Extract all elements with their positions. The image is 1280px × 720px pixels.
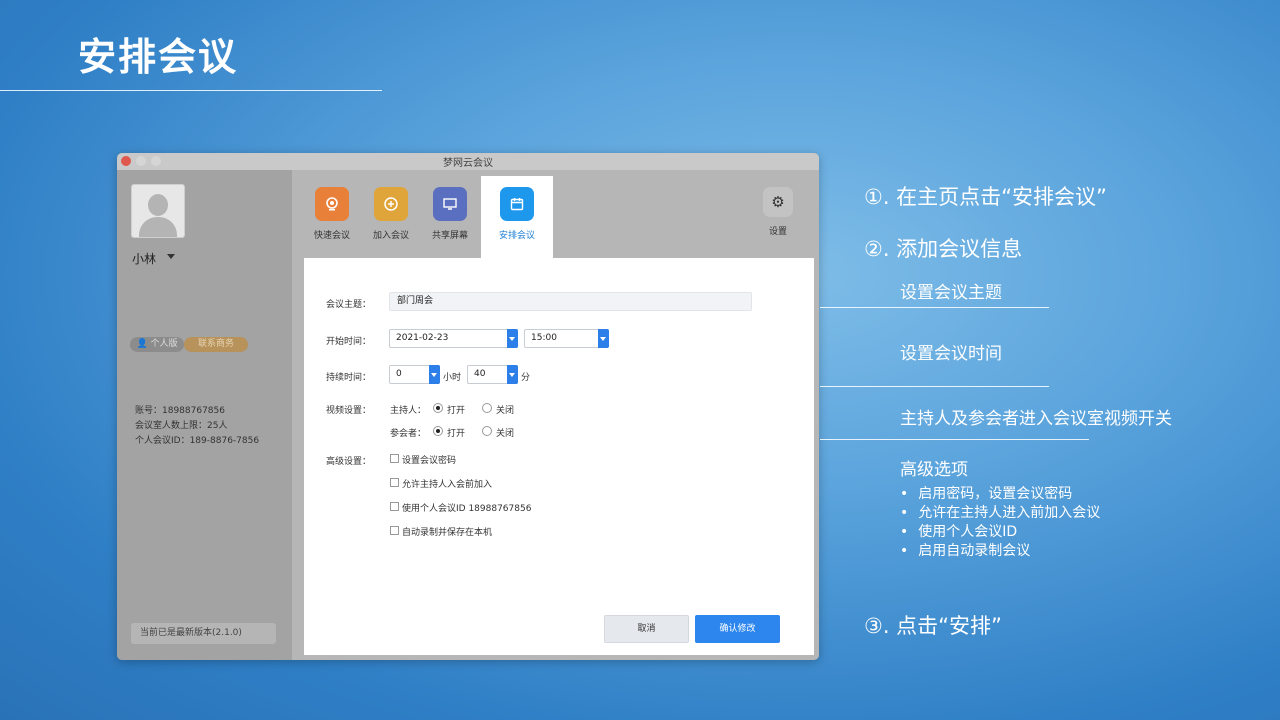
advanced-annotation: 高级选项 [900,460,968,480]
share-screen-label: 共享屏幕 [431,231,468,241]
participant-video-off-radio[interactable] [482,426,492,436]
host-video-on-label: 打开 [447,406,466,416]
join-meeting-button[interactable]: 加入会议 [364,187,418,241]
advanced-bullets: 启用密码，设置会议密码 允许在主持人进入前加入会议 使用个人会议ID 启用自动录… [900,485,1100,561]
start-time-select[interactable]: 15:00 [524,329,609,348]
start-date-value: 2021-02-23 [396,333,449,343]
host-video-on-radio[interactable] [433,403,443,413]
meeting-password-checkbox[interactable] [390,454,399,463]
host-video-off-radio[interactable] [482,403,492,413]
personal-meeting-id-checkbox[interactable] [390,502,399,511]
duration-label: 持续时间： [326,373,372,383]
step-1-annotation: ①. 在主页点击“安排会议” [864,185,1107,209]
duration-hours-value: 0 [396,369,402,379]
minutes-unit: 分 [521,373,531,383]
participant-video-on-label: 打开 [447,429,466,439]
quick-meeting-label: 快速会议 [313,231,350,241]
personal-meeting-id: 个人会议ID：189-8876-7856 [135,436,260,446]
personal-meeting-id-label: 使用个人会议ID 18988767856 [402,504,532,514]
user-name[interactable]: 小林 [132,250,156,267]
topic-annotation: 设置会议主题 [900,283,1002,303]
room-capacity: 会议室人数上限：25人 [135,421,228,431]
auto-record-checkbox[interactable] [390,526,399,535]
start-date-select[interactable]: 2021-02-23 [389,329,518,348]
participant-video-on-radio[interactable] [433,426,443,436]
settings-button[interactable]: ⚙ 设置 [751,187,805,237]
host-video-off-label: 关闭 [496,406,515,416]
host-label: 主持人： [390,406,427,416]
duration-hours-select[interactable]: 0 [389,365,440,384]
step-2-annotation: ②. 添加会议信息 [864,237,1023,261]
cancel-button[interactable]: 取消 [604,615,689,643]
user-icon: 👤 [136,339,148,349]
settings-label: 设置 [768,227,787,237]
participant-video-off-label: 关闭 [496,429,515,439]
avatar-body-shape [139,217,177,237]
video-settings-label: 视频设置： [326,406,372,416]
contact-sales-button[interactable]: 联系商务 [184,337,248,352]
bullet-item: 允许在主持人进入前加入会议 [900,504,1100,523]
chevron-down-icon[interactable] [167,254,175,259]
screen-icon [433,187,467,221]
avatar-head-shape [148,194,168,216]
join-meeting-label: 加入会议 [372,231,409,241]
chevron-down-icon[interactable] [507,329,518,348]
bullet-item: 启用密码，设置会议密码 [900,485,1100,504]
meeting-password-label: 设置会议密码 [402,456,457,466]
bullet-item: 使用个人会议ID [900,523,1100,542]
window-titlebar: 梦网云会议 [117,153,819,170]
hours-unit: 小时 [443,373,462,383]
sidebar: 小林 👤 个人版 联系商务 账号：18988767856 会议室人数上限：25人… [117,170,292,660]
calendar-icon [500,187,534,221]
time-annotation-rule [820,386,1049,387]
confirm-button[interactable]: 确认修改 [695,615,780,643]
title-underline [0,90,382,91]
chevron-down-icon[interactable] [507,365,518,384]
personal-edition-badge: 👤 个人版 [130,337,184,352]
gear-icon: ⚙ [763,187,793,217]
start-time-value: 15:00 [531,333,557,343]
personal-edition-label: 个人版 [150,339,178,349]
schedule-meeting-tab[interactable]: 安排会议 [490,187,544,241]
account-number: 账号：18988767856 [135,406,225,416]
auto-record-label: 自动录制并保存在本机 [402,528,493,538]
video-icon [315,187,349,221]
window-title: 梦网云会议 [443,158,493,169]
topic-input[interactable]: 部门周会 [389,292,752,311]
advanced-settings-label: 高级设置： [326,457,372,467]
share-screen-button[interactable]: 共享屏幕 [423,187,477,241]
version-status: 当前已是最新版本(2.1.0) [131,623,276,644]
participant-label: 参会者： [390,429,427,439]
chevron-down-icon[interactable] [429,365,440,384]
slide-title: 安排会议 [78,35,239,79]
join-before-host-label: 允许主持人入会前加入 [402,480,493,490]
quick-meeting-button[interactable]: 快速会议 [305,187,359,241]
time-annotation: 设置会议时间 [900,344,1002,364]
chevron-down-icon[interactable] [598,329,609,348]
join-before-host-checkbox[interactable] [390,478,399,487]
duration-minutes-value: 40 [474,369,486,379]
schedule-meeting-form: 会议主题： 部门周会 开始时间： 2021-02-23 15:00 持续时间： … [304,258,814,655]
schedule-meeting-label: 安排会议 [498,231,535,241]
video-annotation: 主持人及参会者进入会议室视频开关 [900,409,1172,429]
start-time-label: 开始时间： [326,337,372,347]
plus-icon [374,187,408,221]
duration-minutes-select[interactable]: 40 [467,365,518,384]
topic-label: 会议主题： [326,300,372,310]
topic-annotation-rule [820,307,1049,308]
video-annotation-rule [820,439,1089,440]
avatar[interactable] [131,184,185,238]
step-3-annotation: ③. 点击“安排” [864,614,1002,638]
bullet-item: 启用自动录制会议 [900,542,1100,561]
